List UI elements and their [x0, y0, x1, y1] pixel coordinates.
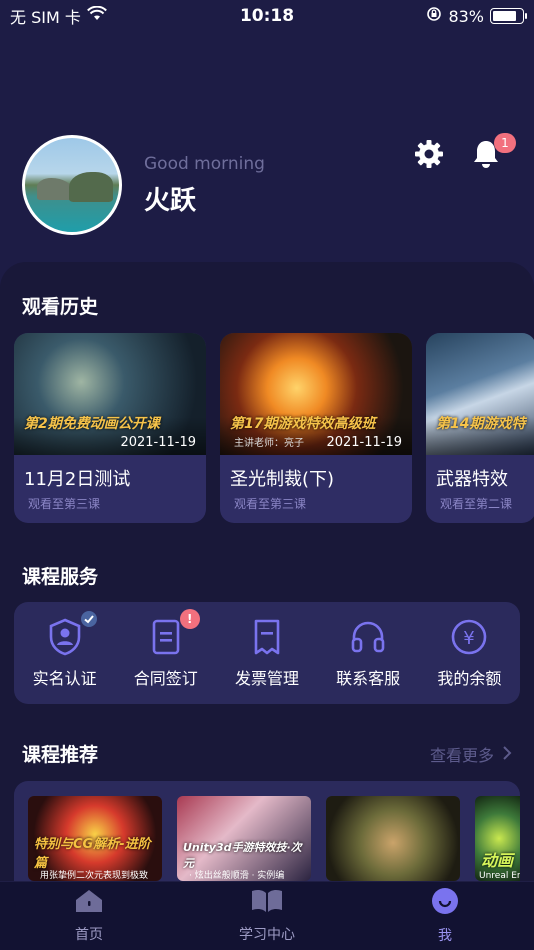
- history-course-name: 11月2日测试: [24, 469, 131, 490]
- history-thumbnail: 第14期游戏特: [426, 333, 534, 455]
- chevron-right-icon: [502, 745, 512, 764]
- history-thumbnail: 第2期免费动画公开课 2021-11-19: [14, 333, 206, 455]
- recommend-course-card[interactable]: Unity3d手游特效技·次元 · 炫出丝般顺滑 · 实例编: [177, 796, 311, 881]
- book-icon: [250, 888, 284, 918]
- verified-check-icon: [78, 609, 99, 629]
- recommend-course-title: 动画: [481, 851, 514, 870]
- services-grid: 实名认证 ! 合同签订 发票管理 联系客服 ¥ 我的余额: [14, 602, 520, 704]
- tab-learning-center[interactable]: 学习中心: [207, 888, 327, 944]
- wifi-icon: [86, 5, 107, 26]
- view-more-link[interactable]: 查看更多: [430, 742, 512, 766]
- gear-icon[interactable]: [414, 139, 444, 173]
- yuan-coin-icon: ¥: [449, 617, 489, 657]
- invoice-icon: [247, 617, 287, 657]
- battery-icon: [490, 8, 527, 24]
- username: 火跃: [144, 185, 197, 216]
- tab-label: 我: [438, 928, 452, 944]
- recommend-course-subtitle: · 炫出丝般顺滑 · 实例编: [189, 871, 285, 881]
- thumbnail-subtitle: 主讲老师：亮子: [234, 438, 304, 449]
- notification-badge: 1: [494, 133, 516, 153]
- service-label: 我的余额: [437, 669, 502, 688]
- tab-label: 学习中心: [239, 927, 295, 943]
- service-label: 合同签订: [133, 669, 198, 688]
- status-bar: 无 SIM 卡 10:18 83%: [0, 0, 534, 32]
- history-card[interactable]: 第14期游戏特 武器特效 观看至第二课: [426, 333, 534, 523]
- history-list: 第2期免费动画公开课 2021-11-19 11月2日测试 观看至第三课 第17…: [14, 333, 534, 523]
- services-title: 课程服务: [22, 566, 99, 588]
- contract-alert-badge: !: [179, 609, 200, 629]
- battery-percent: 83%: [448, 6, 484, 26]
- history-card[interactable]: 第17期游戏特效高级班 主讲老师：亮子 2021-11-19 圣光制裁(下) 观…: [220, 333, 412, 523]
- headset-icon: [348, 617, 388, 657]
- thumbnail-title: 第2期免费动画公开课: [24, 416, 160, 432]
- history-card[interactable]: 第2期免费动画公开课 2021-11-19 11月2日测试 观看至第三课: [14, 333, 206, 523]
- service-invoice[interactable]: 发票管理: [217, 617, 317, 689]
- thumbnail-title: 第14期游戏特: [436, 416, 526, 432]
- history-course-name: 武器特效: [436, 469, 508, 490]
- history-thumbnail: 第17期游戏特效高级班 主讲老师：亮子 2021-11-19: [220, 333, 412, 455]
- recommend-course-card[interactable]: [326, 796, 460, 881]
- tab-me[interactable]: 我: [385, 887, 505, 945]
- history-course-name: 圣光制裁(下): [230, 469, 335, 490]
- service-label: 实名认证: [32, 669, 97, 688]
- service-balance[interactable]: ¥ 我的余额: [419, 617, 519, 689]
- history-progress: 观看至第三课: [28, 497, 101, 511]
- recommend-course-subtitle: 用张挚例二次元表现到极致: [40, 871, 149, 881]
- history-progress: 观看至第三课: [234, 497, 307, 511]
- history-date: 2021-11-19: [120, 435, 196, 450]
- header-actions: 1: [414, 133, 516, 173]
- user-verify-icon: [45, 609, 99, 657]
- rotation-lock-icon: [426, 6, 442, 26]
- battery-level: [493, 11, 517, 21]
- service-contract[interactable]: ! 合同签订: [116, 609, 216, 689]
- recommend-course-subtitle: Unreal Eng: [479, 871, 520, 881]
- notification-button[interactable]: 1: [472, 133, 516, 173]
- recommend-course-title: 特别与CG解析-进阶篇: [34, 837, 151, 871]
- greeting-text: Good morning: [144, 153, 265, 174]
- greeting-block: Good morning 火跃: [144, 154, 265, 217]
- bell-icon: [472, 141, 500, 173]
- recommend-course-card[interactable]: 特别与CG解析-进阶篇 用张挚例二次元表现到极致: [28, 796, 162, 881]
- carrier-label: 无 SIM 卡: [10, 8, 81, 27]
- recommend-course-card[interactable]: 动画 Unreal Eng: [475, 796, 520, 881]
- recommend-course-title: Unity3d手游特效技·次元: [183, 841, 302, 870]
- service-real-name-auth[interactable]: 实名认证: [15, 609, 115, 689]
- contract-icon: !: [146, 609, 200, 657]
- thumbnail-title: 第17期游戏特效高级班: [230, 416, 376, 432]
- recommend-title: 课程推荐: [22, 744, 99, 766]
- history-progress: 观看至第二课: [440, 497, 513, 511]
- home-icon: [74, 888, 104, 918]
- history-date: 2021-11-19: [326, 435, 402, 450]
- tab-label: 首页: [75, 927, 103, 943]
- tab-bar: 首页 学习中心 我: [0, 881, 534, 950]
- smile-icon: [431, 887, 459, 919]
- avatar[interactable]: [22, 135, 122, 235]
- view-more-label: 查看更多: [429, 746, 494, 765]
- service-customer-support[interactable]: 联系客服: [318, 617, 418, 689]
- tab-home[interactable]: 首页: [29, 888, 149, 944]
- yuan-symbol: ¥: [464, 628, 475, 649]
- recommend-list: 特别与CG解析-进阶篇 用张挚例二次元表现到极致 Unity3d手游特效技·次元…: [14, 781, 520, 881]
- history-title: 观看历史: [22, 296, 99, 318]
- service-label: 联系客服: [336, 669, 401, 688]
- service-label: 发票管理: [234, 669, 299, 688]
